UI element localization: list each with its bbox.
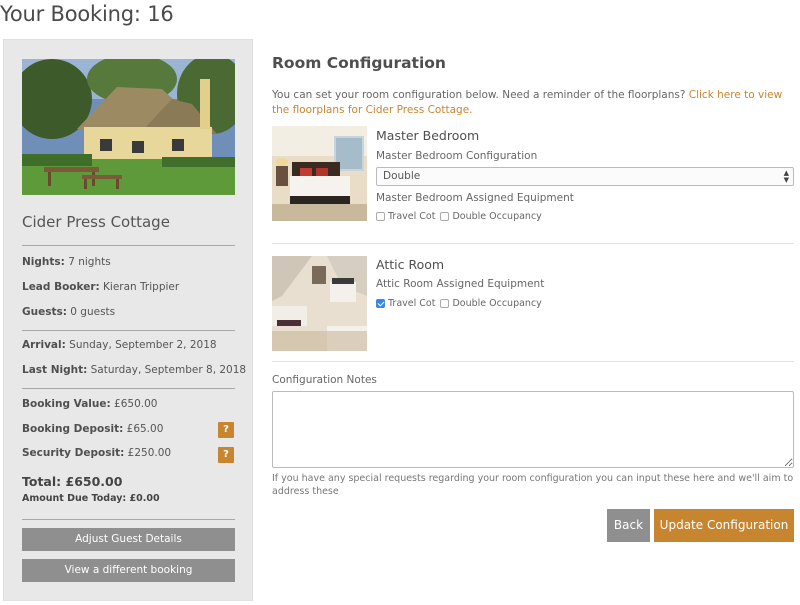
guests-value: 0 guests — [70, 306, 116, 318]
lead-booker-row: Lead Booker: Kieran Trippier — [22, 281, 179, 293]
arrival-label: Arrival: — [22, 339, 66, 351]
travel-cot-label: Travel Cot — [388, 298, 436, 309]
security-deposit-row: Security Deposit: £250.00 — [22, 447, 171, 459]
lead-booker-value: Kieran Trippier — [103, 281, 180, 293]
configuration-notes-label: Configuration Notes — [272, 374, 377, 386]
room-name: Attic Room — [376, 257, 445, 272]
booking-deposit-label: Booking Deposit: — [22, 423, 124, 435]
divider — [272, 361, 794, 362]
back-button[interactable]: Back — [607, 509, 650, 542]
arrival-row: Arrival: Sunday, September 2, 2018 — [22, 339, 217, 351]
nights-value: 7 nights — [68, 256, 111, 268]
room-configuration-selected-value: Double — [383, 170, 421, 182]
divider — [22, 245, 235, 246]
booking-value-value: £650.00 — [114, 398, 158, 410]
room-configuration-label: Master Bedroom Configuration — [376, 150, 538, 162]
adjust-guest-details-button[interactable]: Adjust Guest Details — [22, 528, 235, 551]
room-configuration-select[interactable]: Double ▲ ▼ — [376, 167, 794, 186]
section-title: Room Configuration — [272, 54, 446, 72]
last-night-row: Last Night: Saturday, September 8, 2018 — [22, 364, 246, 376]
room-equipment-options: Travel Cot Double Occupancy — [376, 211, 547, 222]
booking-deposit-help-button[interactable]: ? — [218, 422, 234, 438]
security-deposit-label: Security Deposit: — [22, 447, 125, 459]
room-name: Master Bedroom — [376, 128, 480, 143]
travel-cot-label: Travel Cot — [388, 211, 436, 222]
divider — [22, 519, 235, 520]
security-deposit-help-button[interactable]: ? — [218, 447, 234, 463]
master-bedroom-photo — [272, 126, 367, 221]
configuration-notes-help: If you have any special requests regardi… — [272, 473, 794, 497]
booking-value-label: Booking Value: — [22, 398, 111, 410]
guests-label: Guests: — [22, 306, 67, 318]
room-equipment-options: Travel Cot Double Occupancy — [376, 298, 547, 309]
arrival-value: Sunday, September 2, 2018 — [69, 339, 217, 351]
divider — [272, 243, 794, 244]
booking-deposit-value: £65.00 — [126, 423, 164, 435]
double-occupancy-checkbox[interactable] — [440, 212, 450, 221]
travel-cot-checkbox[interactable] — [376, 212, 385, 221]
nights-label: Nights: — [22, 256, 65, 268]
intro-text-body: You can set your room configuration belo… — [272, 89, 686, 101]
lead-booker-label: Lead Booker: — [22, 281, 100, 293]
view-different-booking-button[interactable]: View a different booking — [22, 559, 235, 582]
booking-deposit-row: Booking Deposit: £65.00 — [22, 423, 163, 435]
last-night-label: Last Night: — [22, 364, 88, 376]
room-equipment-label: Attic Room Assigned Equipment — [376, 278, 545, 290]
page-title: Your Booking: 16 — [0, 2, 174, 26]
intro-text: You can set your room configuration belo… — [272, 88, 794, 117]
double-occupancy-checkbox[interactable] — [440, 299, 450, 308]
booking-summary-sidebar: Cider Press Cottage Nights: 7 nights Lea… — [3, 39, 253, 601]
chevron-up-down-icon: ▲ ▼ — [783, 169, 789, 184]
nights-row: Nights: 7 nights — [22, 256, 111, 268]
property-photo — [22, 59, 235, 195]
configuration-notes-textarea[interactable] — [272, 391, 794, 468]
property-name: Cider Press Cottage — [22, 213, 170, 231]
total-amount: Total: £650.00 — [22, 474, 123, 489]
double-occupancy-label: Double Occupancy — [452, 298, 542, 309]
guests-row: Guests: 0 guests — [22, 306, 115, 318]
security-deposit-value: £250.00 — [127, 447, 172, 459]
room-equipment-label: Master Bedroom Assigned Equipment — [376, 192, 574, 204]
divider — [22, 330, 235, 331]
travel-cot-checkbox[interactable] — [376, 299, 385, 308]
divider — [22, 388, 235, 389]
booking-value-row: Booking Value: £650.00 — [22, 398, 157, 410]
last-night-value: Saturday, September 8, 2018 — [90, 364, 247, 376]
attic-room-photo — [272, 256, 367, 351]
double-occupancy-label: Double Occupancy — [452, 211, 542, 222]
amount-due-today: Amount Due Today: £0.00 — [22, 493, 160, 504]
update-configuration-button[interactable]: Update Configuration — [654, 509, 794, 542]
